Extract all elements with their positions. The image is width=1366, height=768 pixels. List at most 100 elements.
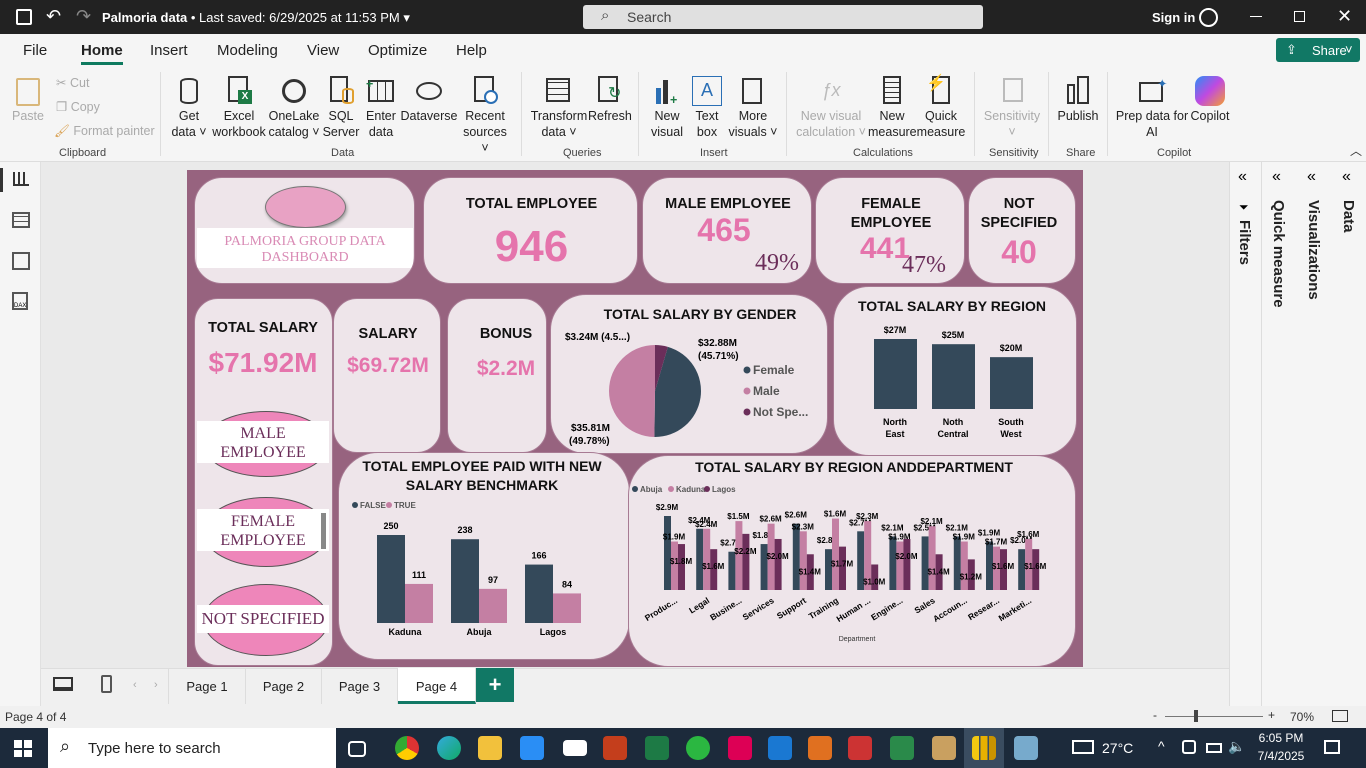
next-page-icon[interactable]: ›	[154, 679, 158, 691]
quick-measure-pane-tab[interactable]: Quick measure	[1270, 200, 1287, 308]
not-specified-button[interactable]: NOT SPECIFIED	[197, 605, 329, 633]
tab-page-4[interactable]: Page 4	[398, 668, 476, 704]
expand-visualizations-icon[interactable]: «	[1307, 168, 1316, 186]
report-view-icon[interactable]	[13, 172, 29, 186]
zoom-slider-thumb[interactable]	[1194, 710, 1198, 722]
excel-workbook-button[interactable]: X Excel workbook	[210, 76, 268, 140]
text-box-button[interactable]: A Text box	[690, 76, 724, 140]
tray-overflow-icon[interactable]: ^	[1158, 738, 1165, 754]
chrome-icon[interactable]	[395, 736, 419, 760]
female-employee-button[interactable]: FEMALE EMPLOYEE	[197, 509, 329, 551]
fit-to-page-icon[interactable]	[1332, 710, 1348, 722]
dax-query-view-icon[interactable]: DAX	[12, 292, 28, 310]
document-title[interactable]: Palmoria data • Last saved: 6/29/2025 at…	[102, 10, 410, 26]
filters-pane-tab[interactable]: Filters	[1236, 220, 1253, 265]
tab-page-2[interactable]: Page 2	[246, 668, 322, 704]
tab-page-3[interactable]: Page 3	[322, 668, 398, 704]
menu-view[interactable]: View	[307, 42, 339, 59]
mobile-layout-icon[interactable]	[101, 675, 112, 693]
model-view-icon[interactable]	[12, 252, 30, 270]
menu-help[interactable]: Help	[456, 42, 487, 59]
dept-data-label: $2.9M	[656, 503, 679, 512]
prep-data-for-ai-button[interactable]: ✦ Prep data for AI	[1114, 76, 1190, 140]
copilot-button[interactable]: Copilot	[1188, 76, 1232, 124]
menu-insert[interactable]: Insert	[150, 42, 188, 59]
microsoft-store-icon[interactable]	[520, 736, 544, 760]
windows-start-icon[interactable]	[14, 740, 32, 757]
filters-pane-divider	[1261, 162, 1262, 706]
tab-page-1[interactable]: Page 1	[168, 668, 246, 704]
publish-button[interactable]: Publish	[1056, 76, 1100, 124]
file-explorer-icon[interactable]	[478, 736, 502, 760]
share-button[interactable]: ⇪ Share ˅	[1276, 38, 1360, 62]
new-measure-button[interactable]: New measure	[868, 76, 917, 140]
search-box[interactable]: ⌕ Search	[583, 5, 983, 29]
add-page-button[interactable]: +	[476, 668, 514, 702]
onelake-catalog-button[interactable]: OneLake catalog ˅	[268, 76, 320, 140]
region-bar-chart[interactable]: $27M North East $25M Noth Central $20M South Wes…	[834, 287, 1077, 456]
taskbar-search[interactable]: ⌕ Type here to search	[48, 728, 336, 768]
app-icon-3[interactable]	[848, 736, 872, 760]
table-view-icon[interactable]	[12, 212, 30, 228]
more-visuals-button[interactable]: More visuals ˅	[728, 76, 778, 140]
dept-data-label: $1.9M	[978, 529, 1001, 538]
whatsapp-icon[interactable]	[686, 736, 710, 760]
app-icon-2[interactable]	[808, 736, 832, 760]
menu-home[interactable]: Home	[81, 42, 123, 65]
logo-card: PALMORIA GROUP DATA DASHBOARD	[194, 177, 415, 284]
menu-optimize[interactable]: Optimize	[368, 42, 427, 59]
save-icon[interactable]	[16, 9, 32, 25]
excel-alt-icon[interactable]	[890, 736, 914, 760]
minimize-icon[interactable]	[1250, 16, 1262, 17]
scrollbar-thumb[interactable]	[321, 513, 326, 549]
maximize-icon[interactable]	[1294, 11, 1305, 22]
app-icon-4[interactable]	[932, 736, 956, 760]
clock-time[interactable]: 6:05 PM	[1256, 731, 1306, 745]
quick-measure-button[interactable]: ⚡ Quick measure	[916, 76, 966, 140]
get-data-button[interactable]: Get data ˅	[170, 76, 208, 140]
excel-icon[interactable]	[645, 736, 669, 760]
recent-sources-button[interactable]: Recent sources ˅	[458, 76, 512, 156]
undo-icon[interactable]: ↶	[46, 6, 61, 27]
close-icon[interactable]: ✕	[1337, 6, 1352, 27]
task-view-icon[interactable]	[348, 741, 366, 757]
clock-date[interactable]: 7/4/2025	[1256, 749, 1306, 763]
transform-data-button[interactable]: Transform data ˅	[530, 76, 588, 140]
sign-in-link[interactable]: Sign in	[1152, 10, 1195, 25]
refresh-button[interactable]: ↻ Refresh	[588, 76, 632, 124]
zoom-in-icon[interactable]: +	[1268, 708, 1275, 722]
benchmark-bar-chart[interactable]: FALSE TRUE 250 111 Kaduna 238 97 Abuja 166 84 Lago…	[339, 453, 630, 660]
male-employee-button[interactable]: MALE EMPLOYEE	[197, 421, 329, 463]
zoom-out-icon[interactable]: -	[1153, 708, 1157, 722]
app-icon-1[interactable]	[768, 736, 792, 760]
data-pane-tab[interactable]: Data	[1340, 200, 1357, 233]
battery-icon[interactable]	[1206, 743, 1222, 753]
pie-chart[interactable]: $32.88M (45.71%) $35.81M (49.78%) $3.24M (4.…	[551, 295, 828, 454]
weather-temp[interactable]: 27°C	[1102, 740, 1133, 756]
notification-icon[interactable]	[1324, 740, 1340, 754]
edge-icon[interactable]	[437, 736, 461, 760]
previous-page-icon[interactable]: ‹	[133, 679, 137, 691]
visualizations-pane-tab[interactable]: Visualizations	[1305, 200, 1322, 300]
sql-server-button[interactable]: SQL Server	[322, 76, 360, 140]
collapse-ribbon-icon[interactable]: ︿	[1350, 142, 1362, 159]
expand-data-icon[interactable]: «	[1342, 168, 1351, 186]
mail-icon[interactable]	[563, 740, 587, 756]
desktop-layout-icon[interactable]	[53, 677, 73, 691]
app-icon-5[interactable]	[1014, 736, 1038, 760]
enter-data-button[interactable]: + Enter data	[364, 76, 398, 140]
volume-icon[interactable]: 🔈	[1228, 738, 1245, 755]
dataverse-button[interactable]: Dataverse	[400, 76, 458, 124]
new-visual-button[interactable]: + New visual	[648, 76, 686, 140]
menu-file[interactable]: File	[23, 42, 47, 59]
expand-quick-measure-icon[interactable]: «	[1272, 168, 1281, 186]
expand-filters-icon[interactable]: «	[1238, 168, 1247, 186]
zoom-slider-track[interactable]	[1165, 716, 1263, 717]
network-icon[interactable]	[1182, 740, 1196, 754]
powerpoint-icon[interactable]	[603, 736, 627, 760]
account-icon[interactable]	[1199, 8, 1218, 27]
menu-modeling[interactable]: Modeling	[217, 42, 278, 59]
dept-bar-chart[interactable]: Abuja Kaduna Lagos $2.9M $1.9M $1.8M Produc...…	[629, 456, 1076, 667]
snipping-tool-icon[interactable]	[728, 736, 752, 760]
power-bi-icon[interactable]	[972, 736, 996, 760]
